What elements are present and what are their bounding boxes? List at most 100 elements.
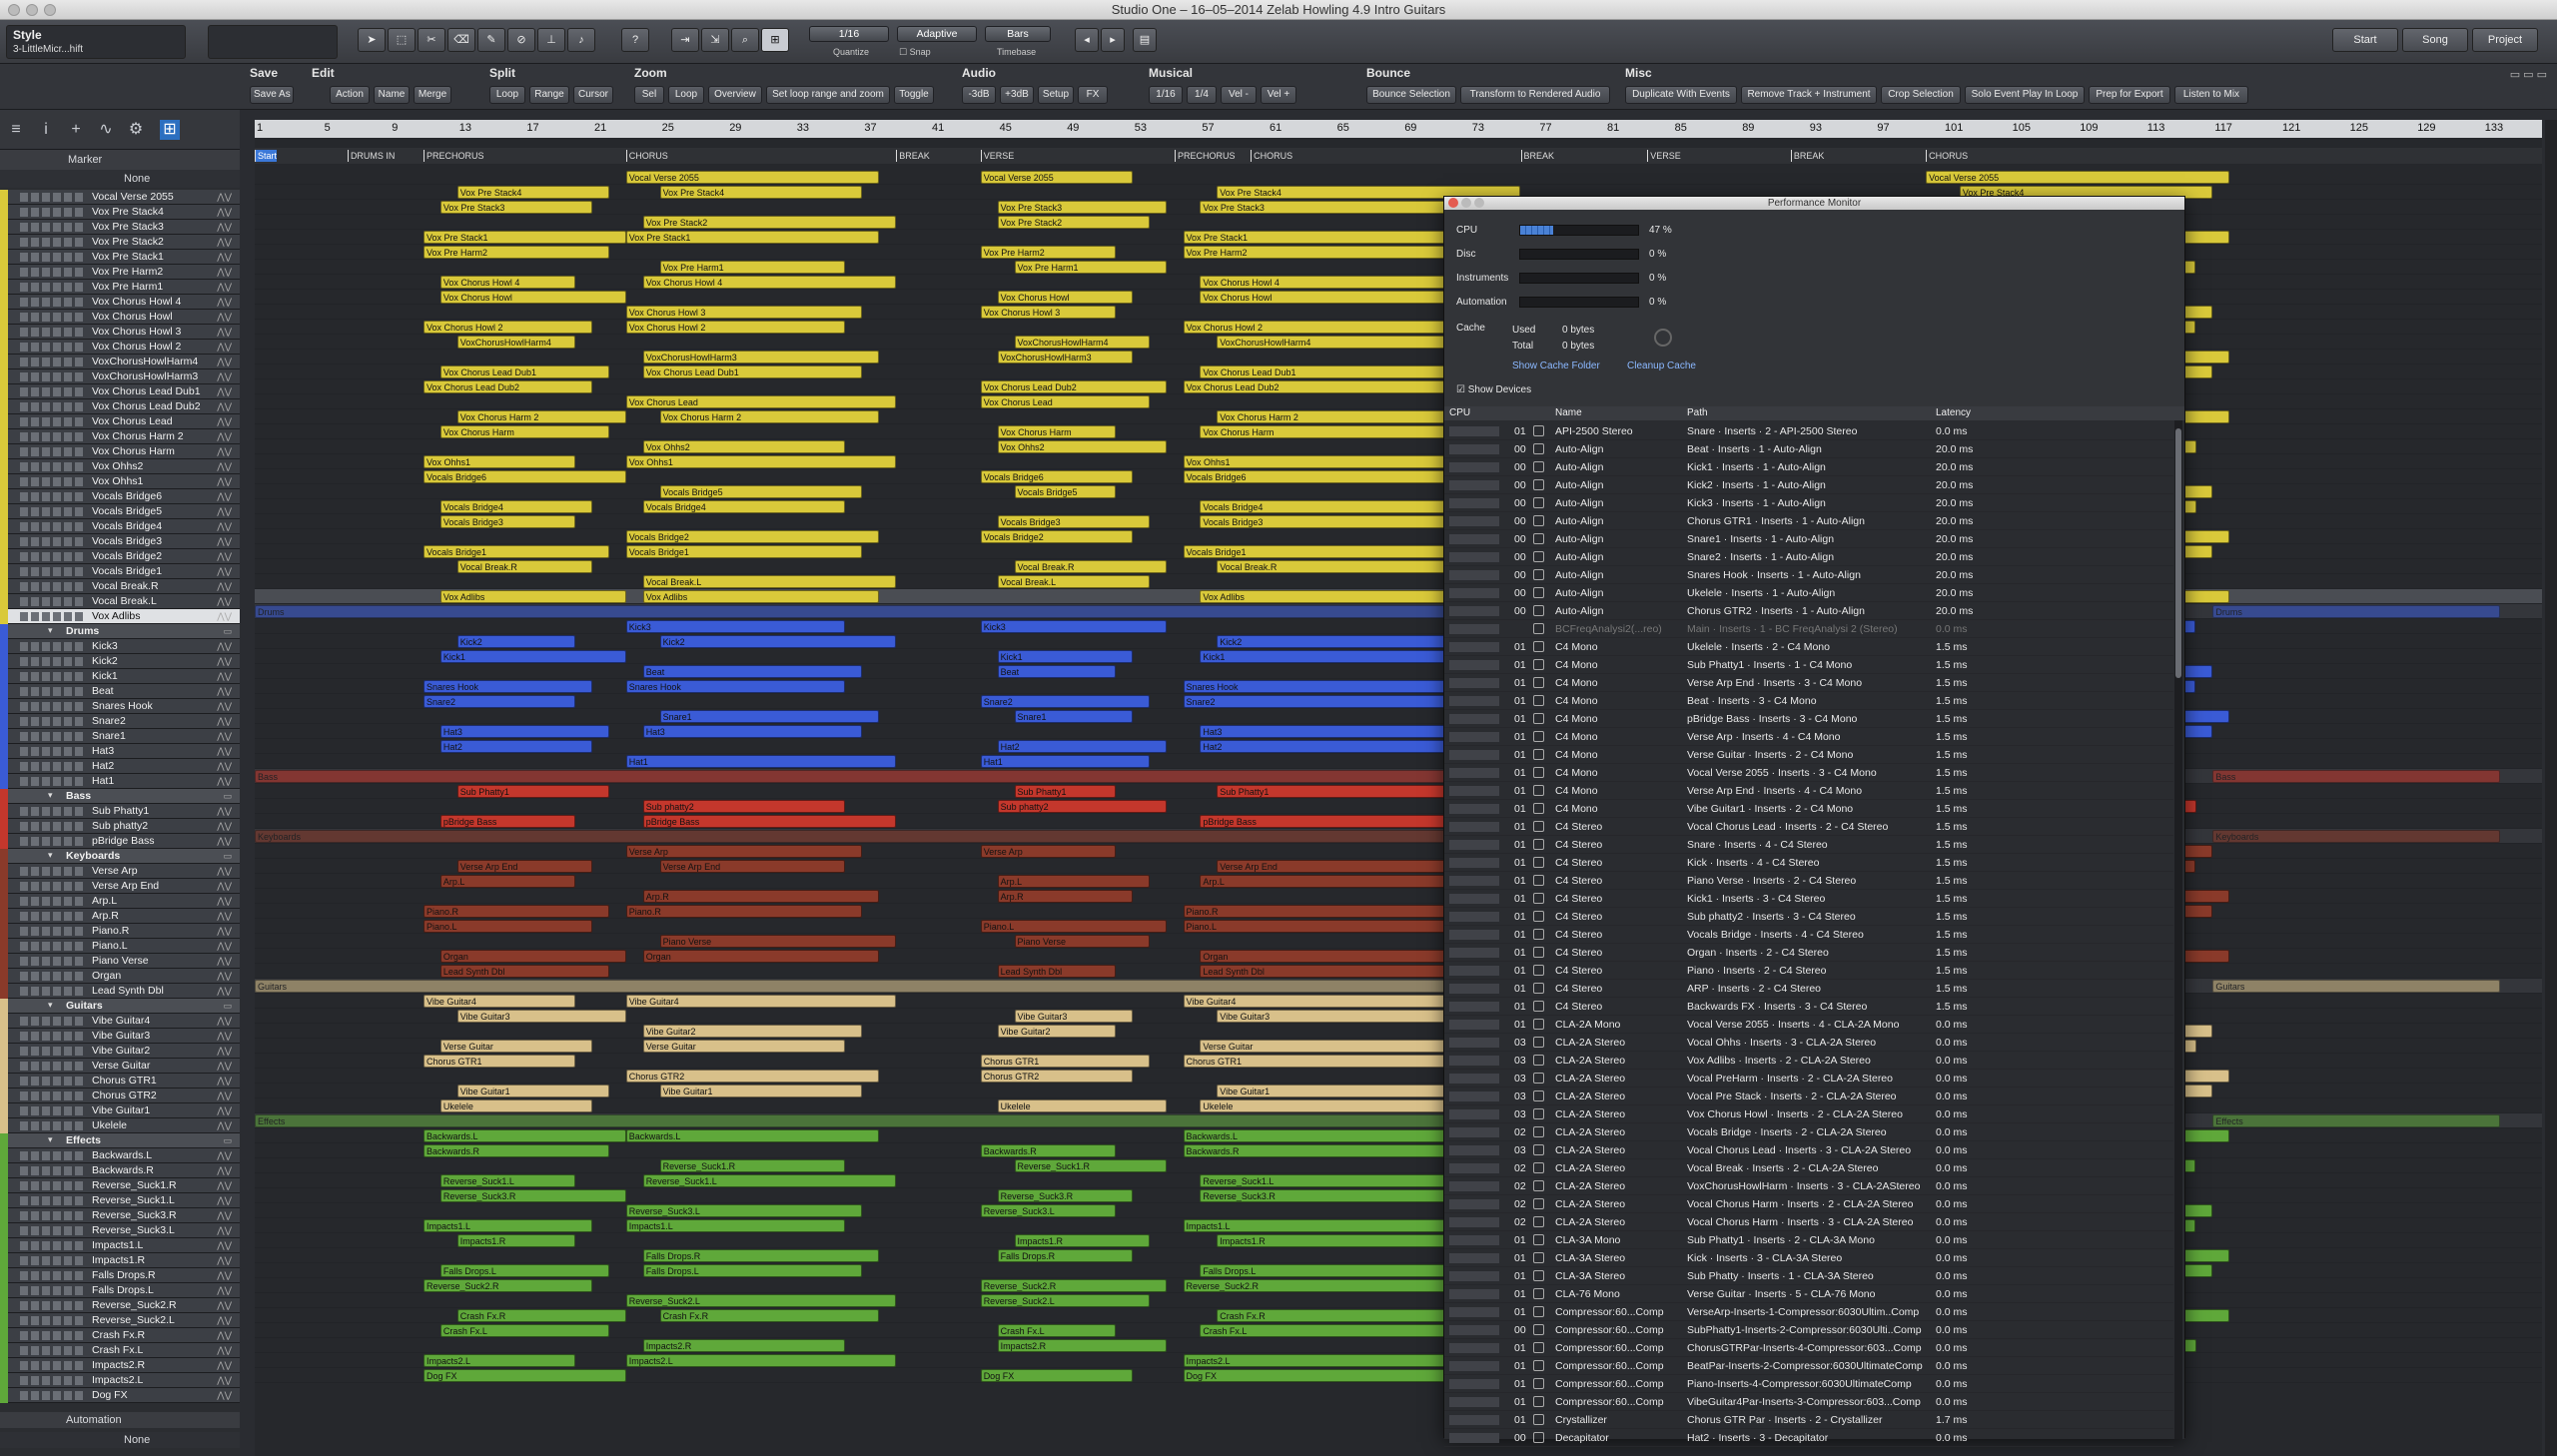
- track-mute-solo-buttons[interactable]: [20, 1017, 84, 1026]
- track-mute-solo-buttons[interactable]: [20, 657, 84, 666]
- track-event[interactable]: Kick1: [439, 650, 626, 663]
- marker[interactable]: Start: [255, 150, 278, 162]
- plugin-row[interactable]: 01 C4 Stereo Vocals Bridge · Inserts · 4 -…: [1444, 926, 2173, 944]
- track-event[interactable]: Impacts1.L: [625, 1219, 846, 1232]
- vertical-scrollbar[interactable]: [2545, 120, 2557, 1456]
- track-mute-solo-buttons[interactable]: [20, 612, 84, 621]
- plugin-row[interactable]: 01 C4 Mono Beat · Inserts · 3 - C4 Mono 1.5…: [1444, 692, 2173, 710]
- track-event[interactable]: Impacts2.L: [1183, 1354, 1487, 1367]
- plugin-row[interactable]: 01 Crystallizer Chorus GTR Par · Inserts ·…: [1444, 1411, 2173, 1429]
- track-header[interactable]: Sub Phatty1 ⋀⋁: [0, 804, 240, 819]
- track-mute-solo-buttons[interactable]: [20, 507, 84, 516]
- track-event[interactable]: Sub Phatty1: [456, 785, 609, 798]
- track-header[interactable]: Vibe Guitar3 ⋀⋁: [0, 1029, 240, 1044]
- track-event[interactable]: Vibe Guitar4: [1183, 995, 1487, 1008]
- track-header[interactable]: Vocals Bridge2 ⋀⋁: [0, 549, 240, 564]
- marker[interactable]: PRECHORUS: [1175, 150, 1236, 162]
- track-event[interactable]: Hat2: [439, 740, 592, 753]
- track-event[interactable]: Chorus GTR2: [625, 1070, 880, 1083]
- track-header[interactable]: Kick3 ⋀⋁: [0, 639, 240, 654]
- track-event[interactable]: Crash Fx.R: [659, 1309, 880, 1322]
- track-event[interactable]: Organ: [642, 950, 880, 963]
- track-mute-solo-buttons[interactable]: [20, 358, 84, 366]
- track-event[interactable]: pBridge Bass: [439, 815, 576, 828]
- song-page-button[interactable]: Song: [2402, 28, 2468, 52]
- track-header[interactable]: Vox Pre Stack3 ⋀⋁: [0, 220, 240, 235]
- macro-button-toggle[interactable]: Toggle: [894, 86, 934, 104]
- track-event[interactable]: Vox Pre Stack1: [1183, 231, 1470, 244]
- plugin-row[interactable]: 01 C4 Stereo Kick1 · Inserts · 3 - C4 Ster…: [1444, 890, 2173, 908]
- track-event[interactable]: Dog FX: [424, 1369, 626, 1382]
- track-header[interactable]: Vox Chorus Lead ⋀⋁: [0, 414, 240, 429]
- track-header[interactable]: Vox Chorus Howl 4 ⋀⋁: [0, 295, 240, 310]
- track-header[interactable]: Vox Ohhs1 ⋀⋁: [0, 474, 240, 489]
- track-event[interactable]: Falls Drops.L: [439, 1264, 609, 1277]
- cleanup-cache-link[interactable]: Cleanup Cache: [1627, 361, 1696, 371]
- track-event[interactable]: Kick2: [456, 635, 576, 648]
- marker[interactable]: BREAK: [1520, 150, 1554, 162]
- track-event[interactable]: Bass: [2212, 770, 2500, 783]
- track-header[interactable]: Chorus GTR2 ⋀⋁: [0, 1089, 240, 1103]
- track-mute-solo-buttons[interactable]: [20, 432, 84, 441]
- track-event[interactable]: Vox Adlibs: [439, 590, 626, 603]
- input-selector-box[interactable]: [208, 25, 338, 59]
- track-mute-solo-buttons[interactable]: [20, 762, 84, 771]
- zoom-window-button[interactable]: [44, 4, 56, 16]
- track-mute-solo-buttons[interactable]: [20, 1062, 84, 1071]
- track-event[interactable]: Sub phatty2: [997, 800, 1167, 813]
- track-header[interactable]: Verse Arp End ⋀⋁: [0, 879, 240, 894]
- track-event[interactable]: Keyboards: [2212, 830, 2500, 843]
- track-header[interactable]: Vox Chorus Howl ⋀⋁: [0, 310, 240, 325]
- folder-track[interactable]: ▾ Keyboards ▭: [0, 849, 240, 864]
- plugin-row[interactable]: 01 C4 Stereo Vocal Chorus Lead · Inserts ·…: [1444, 818, 2173, 836]
- macro-button-name[interactable]: Name: [374, 86, 410, 104]
- track-mute-solo-buttons[interactable]: [20, 687, 84, 696]
- snap-select[interactable]: Adaptive: [897, 26, 977, 42]
- track-event[interactable]: Vibe Guitar2: [642, 1025, 863, 1038]
- track-header[interactable]: Reverse_Suck3.R ⋀⋁: [0, 1208, 240, 1223]
- track-event[interactable]: Impacts2.L: [625, 1354, 897, 1367]
- col-cpu[interactable]: CPU: [1449, 406, 1470, 420]
- plugin-row[interactable]: 03 CLA-2A Stereo Vox Adlibs · Inserts · 2 …: [1444, 1052, 2173, 1070]
- track-event[interactable]: Kick2: [659, 635, 897, 648]
- track-event[interactable]: Vocals Bridge4: [439, 500, 592, 513]
- track-header[interactable]: Verse Guitar ⋀⋁: [0, 1059, 240, 1074]
- automation-none-row[interactable]: None: [0, 1432, 240, 1448]
- track-list-toggle-icon[interactable]: ⊞: [160, 120, 180, 140]
- track-header[interactable]: VoxChorusHowlHarm4 ⋀⋁: [0, 355, 240, 369]
- track-event[interactable]: Vibe Guitar3: [456, 1010, 626, 1023]
- track-mute-solo-buttons[interactable]: [20, 298, 84, 307]
- macro-button-loop[interactable]: Loop: [668, 86, 704, 104]
- marker[interactable]: VERSE: [1647, 150, 1681, 162]
- track-event[interactable]: Vox Chorus Harm 2: [1217, 410, 1470, 423]
- plugin-row[interactable]: 01 C4 Stereo Snare · Inserts · 4 - C4 Ster…: [1444, 836, 2173, 854]
- track-event[interactable]: Vocals Bridge2: [980, 530, 1133, 543]
- track-mute-solo-buttons[interactable]: [20, 283, 84, 292]
- macro-button-fx[interactable]: FX: [1078, 86, 1108, 104]
- track-mute-solo-buttons[interactable]: [20, 1092, 84, 1100]
- macro-button-merge[interactable]: Merge: [414, 86, 451, 104]
- macro-button-cursor[interactable]: Cursor: [573, 86, 613, 104]
- track-event[interactable]: Kick3: [625, 620, 846, 633]
- track-header[interactable]: Reverse_Suck2.L ⋀⋁: [0, 1313, 240, 1328]
- track-event[interactable]: Vox Ohhs2: [642, 440, 846, 453]
- track-header[interactable]: Falls Drops.R ⋀⋁: [0, 1268, 240, 1283]
- track-event[interactable]: Hat1: [980, 755, 1150, 768]
- track-event[interactable]: Vox Chorus Lead: [625, 395, 897, 408]
- macro-button-duplicate-with-events[interactable]: Duplicate With Events: [1625, 86, 1737, 104]
- plugin-row[interactable]: 01 C4 Stereo Backwards FX · Inserts · 3 - …: [1444, 998, 2173, 1016]
- plugin-row[interactable]: 01 CLA-76 Mono Verse Guitar · Inserts · 5 …: [1444, 1285, 2173, 1303]
- track-mute-solo-buttons[interactable]: [20, 417, 84, 426]
- track-mute-solo-buttons[interactable]: [20, 343, 84, 352]
- track-event[interactable]: Chorus GTR1: [980, 1055, 1150, 1068]
- track-mute-solo-buttons[interactable]: [20, 1256, 84, 1265]
- track-event[interactable]: Vox Chorus Lead Dub1: [642, 365, 863, 378]
- track-event[interactable]: Vox Chorus Howl 4: [642, 276, 897, 289]
- track-event[interactable]: Reverse_Suck3.R: [997, 1189, 1133, 1202]
- track-mute-solo-buttons[interactable]: [20, 193, 84, 202]
- track-mute-solo-buttons[interactable]: [20, 957, 84, 966]
- plugin-row[interactable]: 00 Auto-Align Ukelele · Inserts · 1 - Auto…: [1444, 584, 2173, 602]
- plugin-row[interactable]: 01 CLA-3A Stereo Sub Phatty · Inserts · 1 …: [1444, 1267, 2173, 1285]
- track-event[interactable]: Vibe Guitar1: [659, 1085, 863, 1097]
- track-header[interactable]: Kick2 ⋀⋁: [0, 654, 240, 669]
